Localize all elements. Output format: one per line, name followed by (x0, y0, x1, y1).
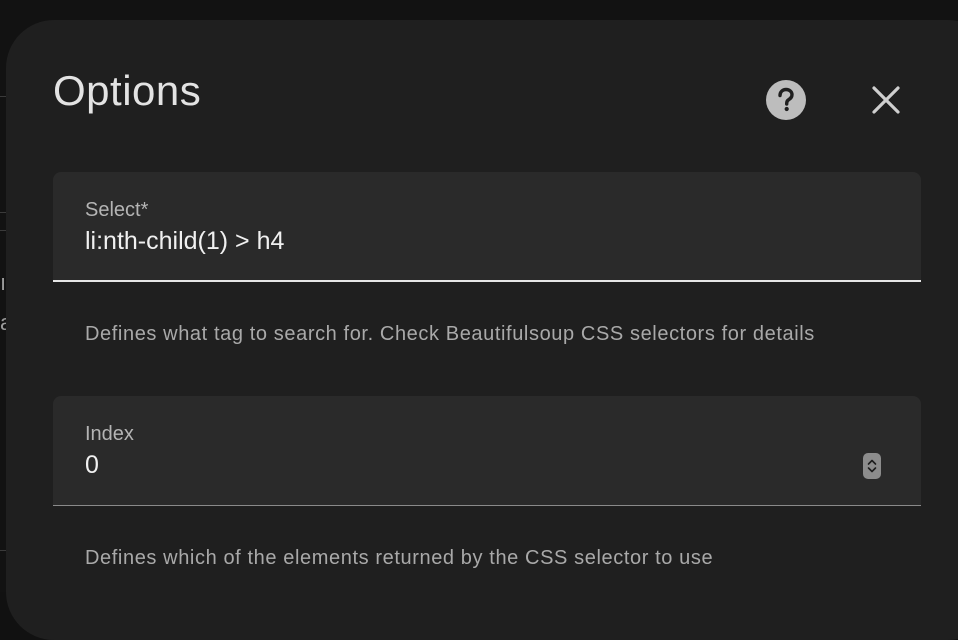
index-input[interactable]: 0 (85, 453, 99, 478)
select-input[interactable]: li:nth-child(1) > h4 (85, 229, 284, 254)
index-stepper[interactable] (863, 453, 881, 479)
help-circle-icon (778, 87, 794, 112)
options-dialog: Options Select* li:nth-child(1) > h4 Def… (6, 20, 958, 640)
select-field[interactable]: Select* li:nth-child(1) > h4 (53, 172, 921, 282)
close-button[interactable] (868, 82, 904, 118)
index-field[interactable]: Index 0 (53, 396, 921, 506)
chevron-up-icon[interactable] (867, 458, 877, 466)
dialog-title: Options (53, 67, 202, 114)
help-button[interactable] (766, 80, 806, 120)
index-helper-text: Defines which of the elements returned b… (85, 547, 714, 569)
index-field-label: Index (85, 423, 134, 445)
chevron-down-icon[interactable] (867, 466, 877, 474)
close-icon (872, 86, 900, 114)
select-field-label: Select* (85, 199, 149, 221)
select-helper-text: Defines what tag to search for. Check Be… (85, 323, 815, 345)
